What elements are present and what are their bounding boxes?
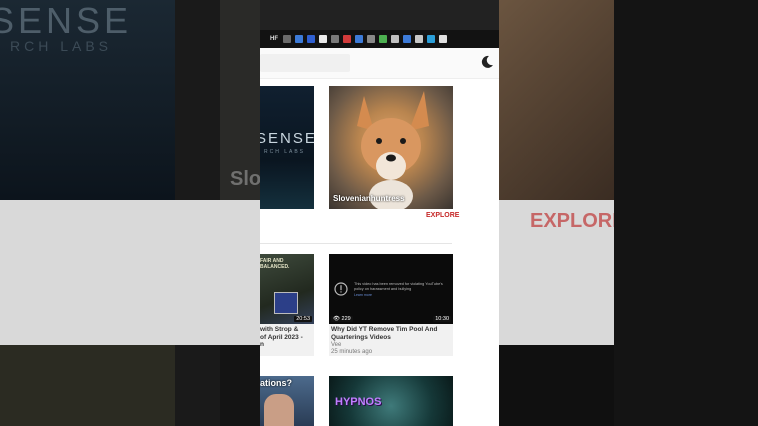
window-top-bar bbox=[260, 0, 499, 30]
video-1-duration: 20:53 bbox=[294, 316, 312, 322]
video-2-channel[interactable]: Vee bbox=[331, 342, 341, 348]
video-thumbnail-4[interactable]: HYPNOS bbox=[329, 376, 453, 426]
bookmark-icon-5[interactable] bbox=[343, 35, 351, 43]
bookmark-label[interactable]: HF bbox=[270, 36, 278, 42]
bg-brand-sub: RCH LABS bbox=[10, 38, 113, 54]
search-input[interactable] bbox=[260, 54, 350, 72]
section-divider bbox=[260, 243, 452, 244]
bg-video-panel-3 bbox=[499, 345, 614, 426]
video-1-overlay: FAIR AND BALANCED. bbox=[260, 258, 290, 270]
bookmark-icon-11[interactable] bbox=[415, 35, 423, 43]
removed-notice: This video has been removed for violatin… bbox=[354, 282, 443, 291]
news-logo-icon bbox=[274, 292, 298, 314]
removed-learn-more[interactable]: Learn more bbox=[354, 293, 372, 297]
bg-brand-text: SENSE bbox=[0, 0, 133, 41]
bookmark-icon-10[interactable] bbox=[403, 35, 411, 43]
bookmark-icon-3[interactable] bbox=[319, 35, 327, 43]
featured-card-dog[interactable]: Slovenianhuntress bbox=[329, 86, 453, 209]
video-2-time: 25 minutes ago bbox=[331, 349, 373, 355]
video-thumbnail-1[interactable]: FAIR AND BALANCED. 20:53 bbox=[260, 254, 314, 324]
video-2-title[interactable]: Why Did YT Remove Tim Pool And Quarterin… bbox=[331, 326, 451, 341]
dog-image bbox=[357, 91, 429, 209]
bookmark-icon-9[interactable] bbox=[391, 35, 399, 43]
featured-user-name[interactable]: Slovenianhuntress bbox=[333, 194, 405, 203]
bg-light-left bbox=[0, 200, 260, 345]
phone-screen: HF SENSE RCH LABS Slovenianhuntress EXPL… bbox=[260, 0, 499, 426]
featured-brand-sub: RCH LABS bbox=[264, 149, 306, 155]
video-2-duration: 10:30 bbox=[433, 316, 451, 322]
video-1-title[interactable]: with Strop & of April 2023 - n bbox=[260, 326, 303, 349]
bookmark-icon-12[interactable] bbox=[427, 35, 435, 43]
featured-card-left[interactable]: SENSE RCH LABS bbox=[260, 86, 314, 209]
bg-video-panel-2 bbox=[220, 345, 260, 426]
video-thumbnail-3[interactable]: ations? bbox=[260, 376, 314, 426]
bookmark-icon-4[interactable] bbox=[331, 35, 339, 43]
browser-bookmarks-bar: HF bbox=[260, 30, 499, 48]
bookmark-icon-6[interactable] bbox=[355, 35, 363, 43]
video-thumbnail-2[interactable]: This video has been removed for violatin… bbox=[329, 254, 453, 324]
bookmark-icon-2[interactable] bbox=[307, 35, 315, 43]
video-3-text: ations? bbox=[260, 378, 293, 388]
video-2-views: 👁 229 bbox=[331, 316, 353, 322]
bookmark-icon-7[interactable] bbox=[367, 35, 375, 43]
site-header bbox=[260, 48, 499, 79]
bg-right-edge bbox=[614, 0, 758, 426]
bookmark-icon-13[interactable] bbox=[439, 35, 447, 43]
moon-icon[interactable] bbox=[480, 55, 494, 69]
alert-icon bbox=[334, 282, 348, 296]
bookmark-icon-0[interactable] bbox=[283, 35, 291, 43]
video-4-text: HYPNOS bbox=[335, 396, 382, 408]
bg-video-panel bbox=[0, 345, 175, 426]
bookmark-icon-1[interactable] bbox=[295, 35, 303, 43]
bg-side-text: Slo bbox=[230, 168, 262, 190]
explore-link[interactable]: EXPLORE bbox=[426, 212, 459, 219]
person-image bbox=[264, 394, 294, 426]
bg-explore-text: EXPLORE bbox=[530, 210, 626, 232]
bg-dog-panel bbox=[499, 0, 614, 200]
featured-brand-text: SENSE bbox=[260, 130, 314, 147]
bookmark-icon-8[interactable] bbox=[379, 35, 387, 43]
